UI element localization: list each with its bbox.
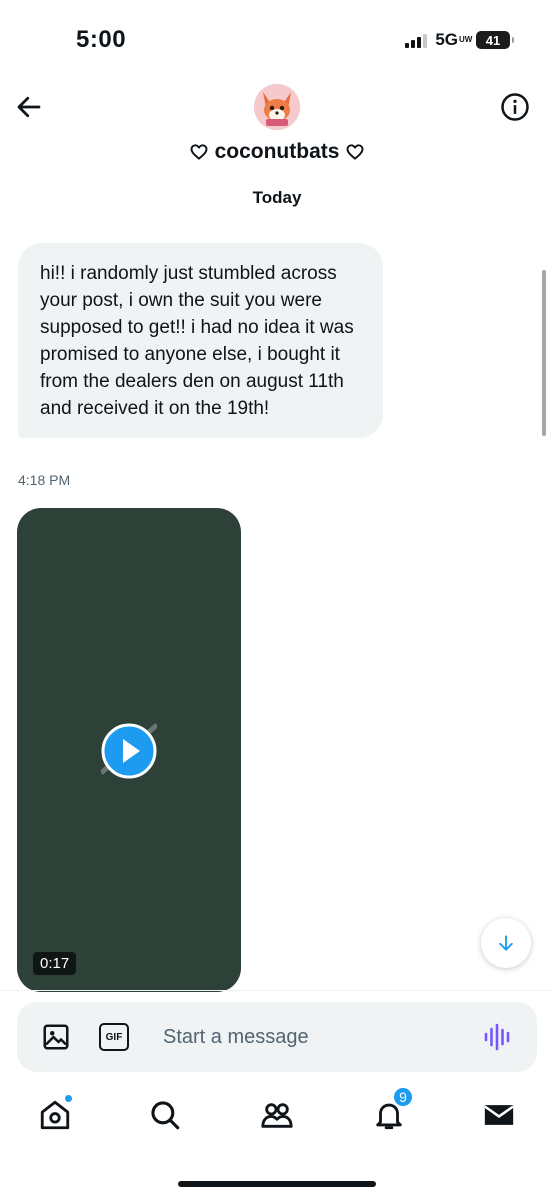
battery-icon: 41 (476, 31, 514, 49)
message-composer: GIF (17, 1002, 537, 1072)
tab-bar: 9 (0, 1086, 554, 1146)
date-separator: Today (252, 188, 302, 207)
tab-search[interactable] (148, 1098, 182, 1132)
status-indicators: 5G UW 41 (405, 30, 514, 50)
chat-title: coconutbats (214, 140, 340, 163)
image-icon (43, 1024, 69, 1050)
envelope-icon (484, 1105, 514, 1125)
message-bubble[interactable]: hi!! i randomly just stumbled across you… (18, 243, 383, 438)
scroll-to-bottom-button[interactable] (481, 918, 531, 968)
network-indicator: 5G UW (435, 30, 473, 50)
signal-icon (405, 32, 428, 48)
voice-message-button[interactable] (483, 1022, 513, 1052)
composer-divider (0, 990, 554, 991)
tab-home[interactable] (38, 1094, 73, 1132)
search-icon (151, 1101, 180, 1130)
people-icon (261, 1103, 293, 1128)
home-notification-dot (64, 1094, 73, 1103)
heart-outline-icon (346, 144, 364, 160)
home-indicator (178, 1181, 376, 1187)
video-message[interactable]: 0:17 (17, 508, 241, 992)
tab-messages[interactable] (482, 1098, 516, 1132)
back-button[interactable] (14, 92, 44, 122)
info-circle-icon (501, 93, 529, 121)
message-timestamp: 4:18 PM (18, 472, 71, 488)
info-button[interactable] (500, 92, 530, 122)
status-time: 5:00 (76, 26, 127, 53)
battery-level: 41 (485, 32, 501, 48)
fox-avatar-icon (254, 84, 300, 130)
tab-notifications[interactable]: 9 (372, 1086, 414, 1132)
arrow-down-icon (499, 935, 513, 951)
tab-communities[interactable] (260, 1098, 294, 1132)
play-icon[interactable] (101, 723, 157, 779)
network-label: 5G (435, 30, 458, 49)
gif-button[interactable]: GIF (99, 1023, 129, 1051)
arrow-left-icon (17, 96, 41, 118)
home-icon (40, 1100, 70, 1130)
avatar[interactable] (254, 84, 300, 130)
message-input[interactable] (163, 1020, 463, 1054)
notification-badge: 9 (392, 1086, 414, 1108)
network-suffix: UW (459, 35, 473, 44)
scrollbar[interactable] (542, 270, 546, 436)
status-bar: 5:00 5G UW 41 (0, 0, 554, 80)
heart-outline-icon (190, 144, 208, 160)
media-button[interactable] (41, 1022, 71, 1052)
conversation-title[interactable]: coconutbats (0, 140, 554, 164)
voice-wave-icon (484, 1023, 510, 1051)
video-duration: 0:17 (33, 952, 77, 975)
